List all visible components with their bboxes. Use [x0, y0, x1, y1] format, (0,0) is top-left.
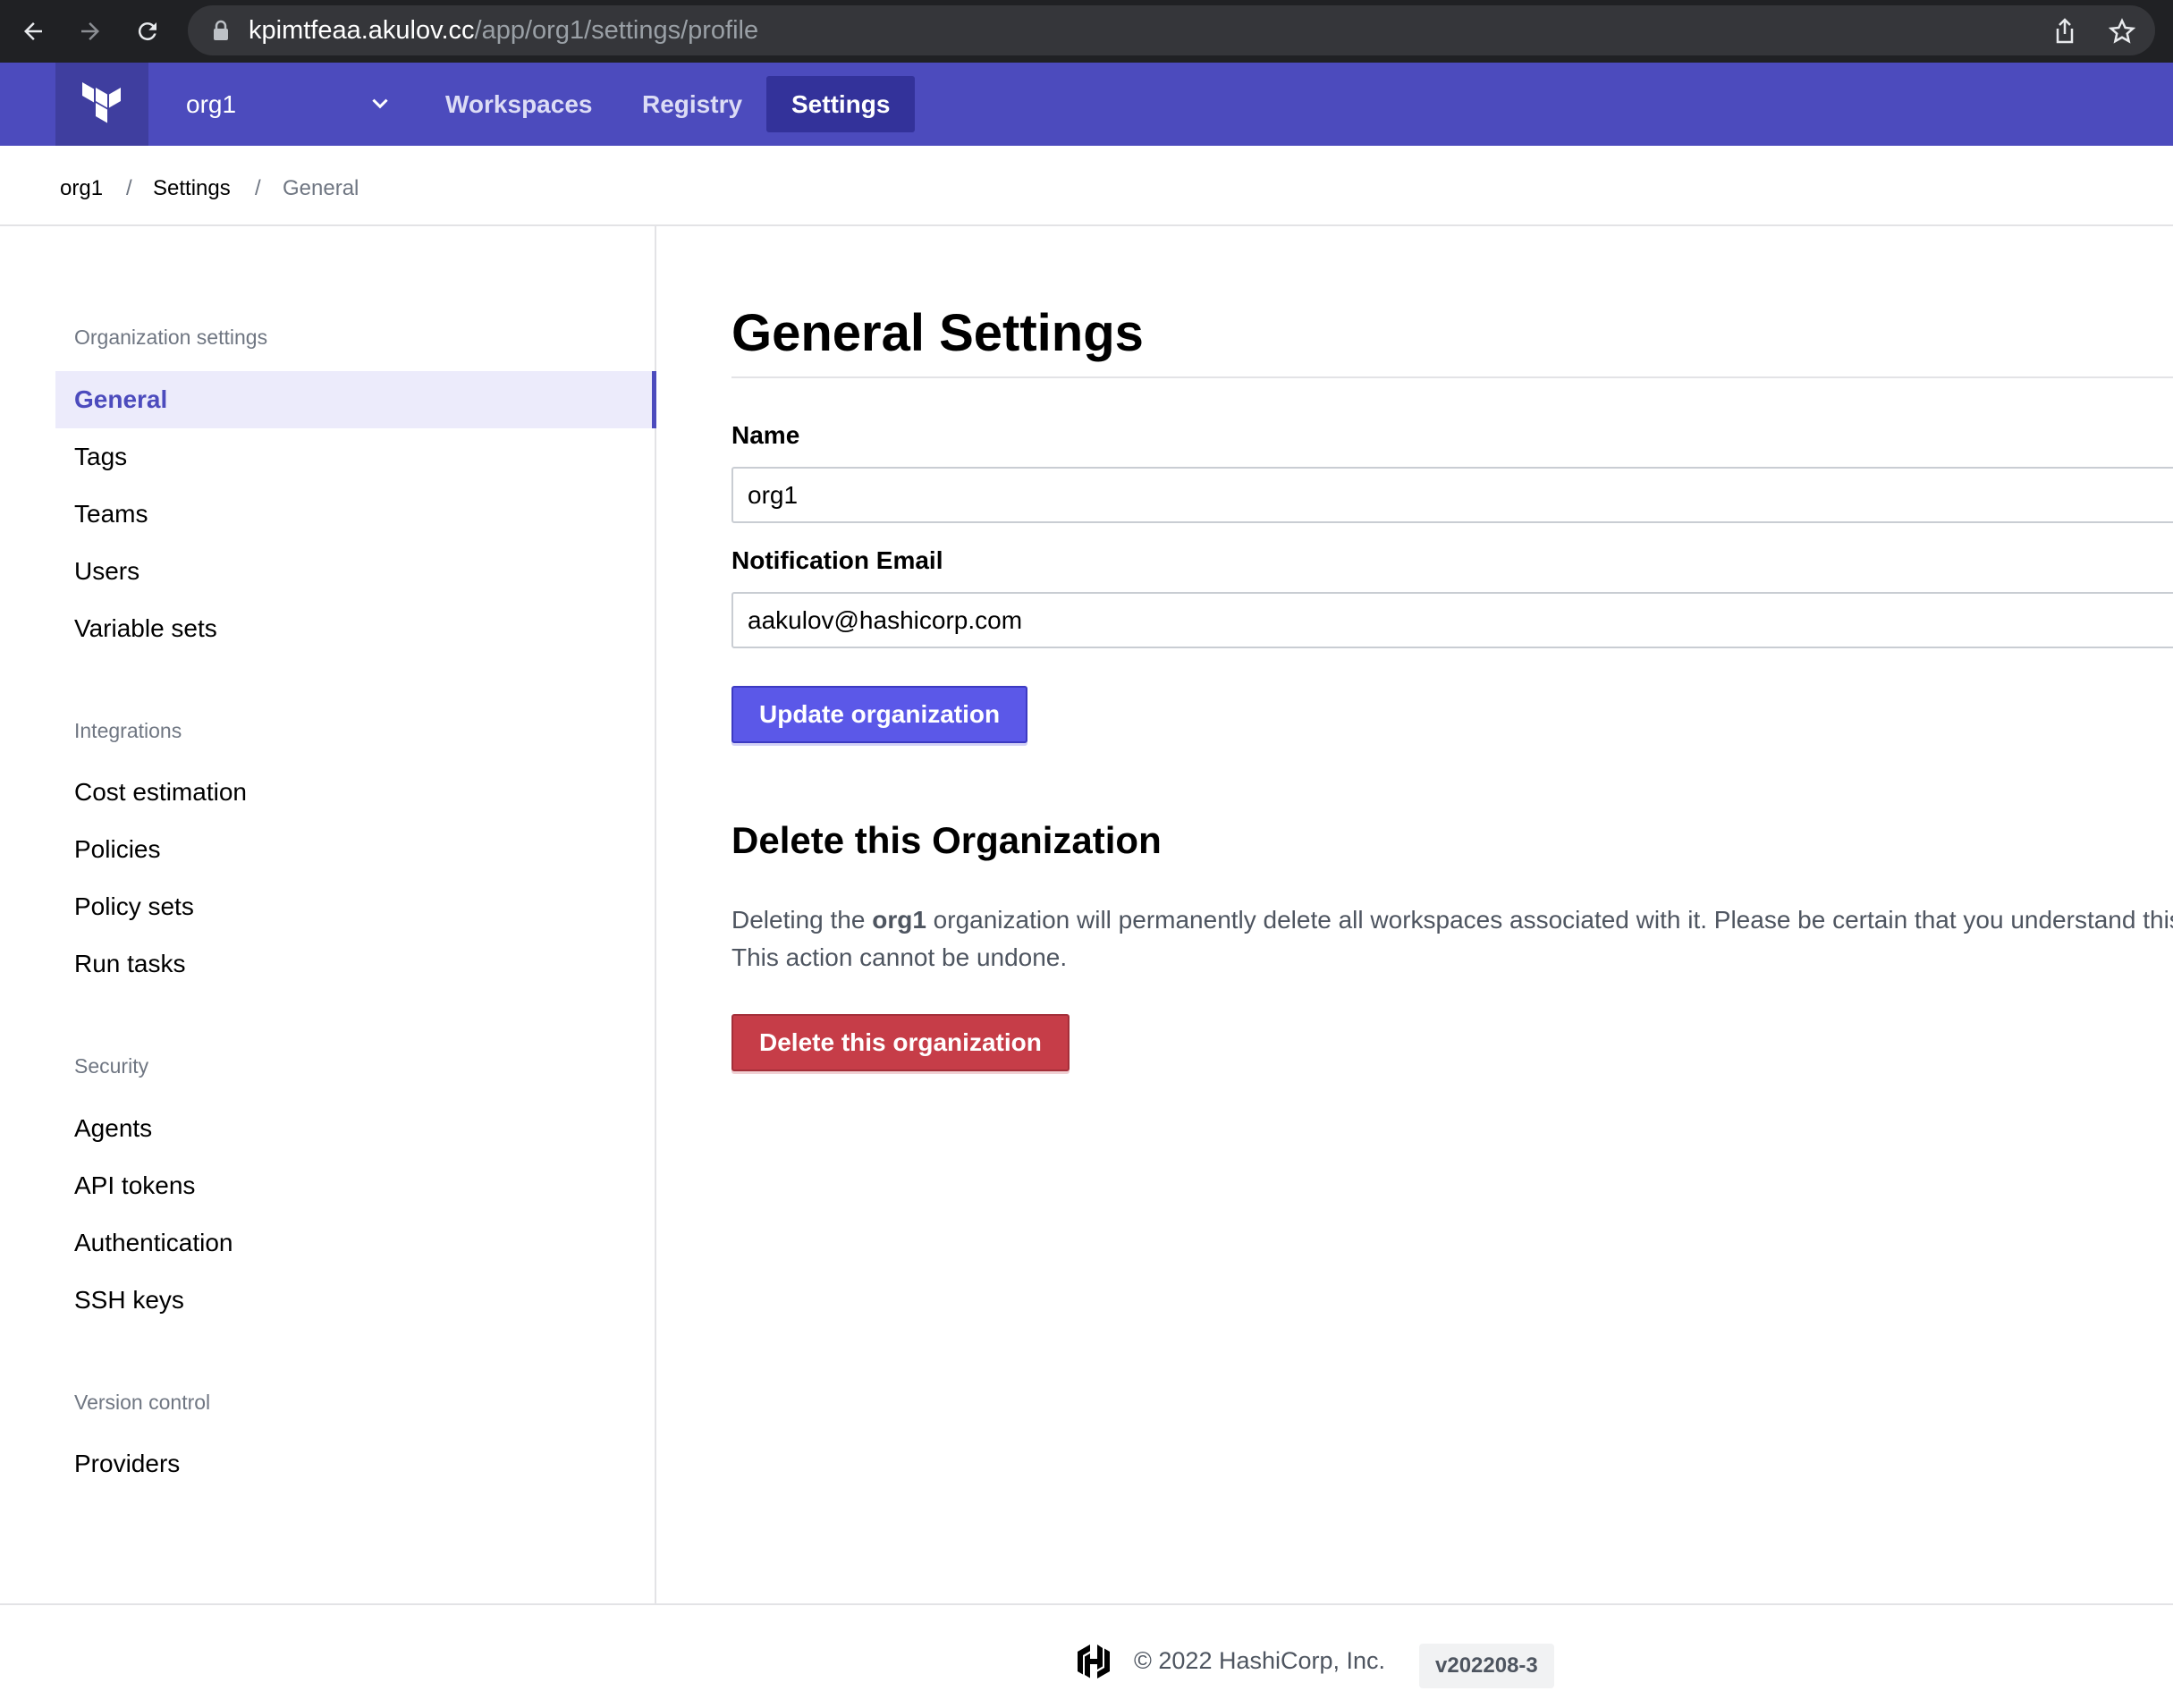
org-switcher[interactable]: org1 [186, 63, 392, 146]
sidebar-item-policy-sets[interactable]: Policy sets [55, 878, 656, 935]
address-bar[interactable]: kpimtfeaa.akulov.cc/app/org1/settings/pr… [188, 5, 2155, 55]
notification-email-input[interactable] [731, 592, 2173, 648]
sidebar-item-ssh-keys[interactable]: SSH keys [55, 1272, 656, 1329]
reload-button[interactable] [127, 11, 168, 52]
copyright-text: © 2022 HashiCorp, Inc. [1134, 1647, 1386, 1674]
forward-button[interactable] [70, 11, 111, 52]
share-icon[interactable] [2053, 18, 2076, 45]
sidebar-item-run-tasks[interactable]: Run tasks [55, 935, 656, 993]
settings-sidebar: Organization settings General Tags Teams… [0, 226, 656, 1603]
title-divider [731, 376, 2173, 378]
sidebar-item-tags[interactable]: Tags [55, 428, 656, 486]
sidebar-item-users[interactable]: Users [55, 543, 656, 600]
delete-warning-text-before: Deleting the [731, 906, 873, 934]
breadcrumb-current: General [283, 176, 359, 200]
url-path: /app/org1/settings/profile [474, 16, 759, 45]
forward-arrow-icon [81, 22, 99, 40]
sidebar-item-providers[interactable]: Providers [55, 1435, 656, 1492]
url-text: kpimtfeaa.akulov.cc/app/org1/settings/pr… [249, 18, 758, 44]
notification-email-label: Notification Email [731, 546, 943, 574]
main-content: General Settings Name Notification Email… [658, 226, 2173, 1603]
name-input[interactable] [731, 467, 2173, 523]
breadcrumb: org1 / Settings / General [0, 146, 2173, 226]
nav-workspaces[interactable]: Workspaces [420, 76, 617, 132]
back-arrow-icon [24, 22, 42, 40]
terraform-logo-link[interactable] [55, 63, 148, 146]
sidebar-item-variable-sets[interactable]: Variable sets [55, 600, 656, 657]
hashicorp-logo-icon [1078, 1645, 1110, 1678]
delete-warning-text: Deleting the org1 organization will perm… [731, 901, 2173, 977]
nav-settings[interactable]: Settings [766, 76, 916, 132]
breadcrumb-separator: / [126, 176, 132, 200]
delete-warning-org-name: org1 [872, 906, 926, 934]
delete-organization-button[interactable]: Delete this organization [731, 1014, 1070, 1071]
chevron-down-icon [372, 98, 388, 109]
footer: © 2022 HashiCorp, Inc. v202208-3 [0, 1603, 2173, 1708]
sidebar-heading-integrations: Integrations [74, 719, 182, 742]
sidebar-item-policies[interactable]: Policies [55, 821, 656, 878]
delete-warning-text-after: organization will permanently delete all… [731, 906, 2173, 971]
delete-section-title: Delete this Organization [731, 819, 1162, 861]
sidebar-item-api-tokens[interactable]: API tokens [55, 1157, 656, 1214]
url-host: kpimtfeaa.akulov.cc [249, 16, 475, 45]
sidebar-heading-security: Security [74, 1054, 149, 1078]
lock-icon [214, 20, 228, 40]
breadcrumb-org[interactable]: org1 [60, 176, 103, 201]
sidebar-item-general[interactable]: General [55, 371, 656, 428]
breadcrumb-separator: / [255, 176, 261, 200]
update-organization-button[interactable]: Update organization [731, 686, 1028, 743]
browser-toolbar: kpimtfeaa.akulov.cc/app/org1/settings/pr… [0, 0, 2173, 63]
version-badge: v202208-3 [1419, 1644, 1554, 1688]
page-title: General Settings [731, 304, 1144, 362]
name-label: Name [731, 421, 800, 449]
sidebar-heading-version-control: Version control [74, 1391, 211, 1414]
terraform-logo-icon [82, 81, 121, 123]
reload-icon [138, 22, 156, 41]
back-button[interactable] [13, 11, 54, 52]
sidebar-item-cost-estimation[interactable]: Cost estimation [55, 764, 656, 821]
sidebar-item-teams[interactable]: Teams [55, 486, 656, 543]
org-switcher-label: org1 [186, 89, 237, 118]
sidebar-item-authentication[interactable]: Authentication [55, 1214, 656, 1272]
sidebar-item-agents[interactable]: Agents [55, 1100, 656, 1157]
nav-registry[interactable]: Registry [617, 76, 767, 132]
bookmark-star-icon[interactable] [2109, 18, 2135, 45]
sidebar-heading-organization: Organization settings [74, 326, 268, 349]
app-header: org1 Workspaces Registry Settings [0, 63, 2173, 146]
breadcrumb-settings[interactable]: Settings [153, 176, 231, 201]
